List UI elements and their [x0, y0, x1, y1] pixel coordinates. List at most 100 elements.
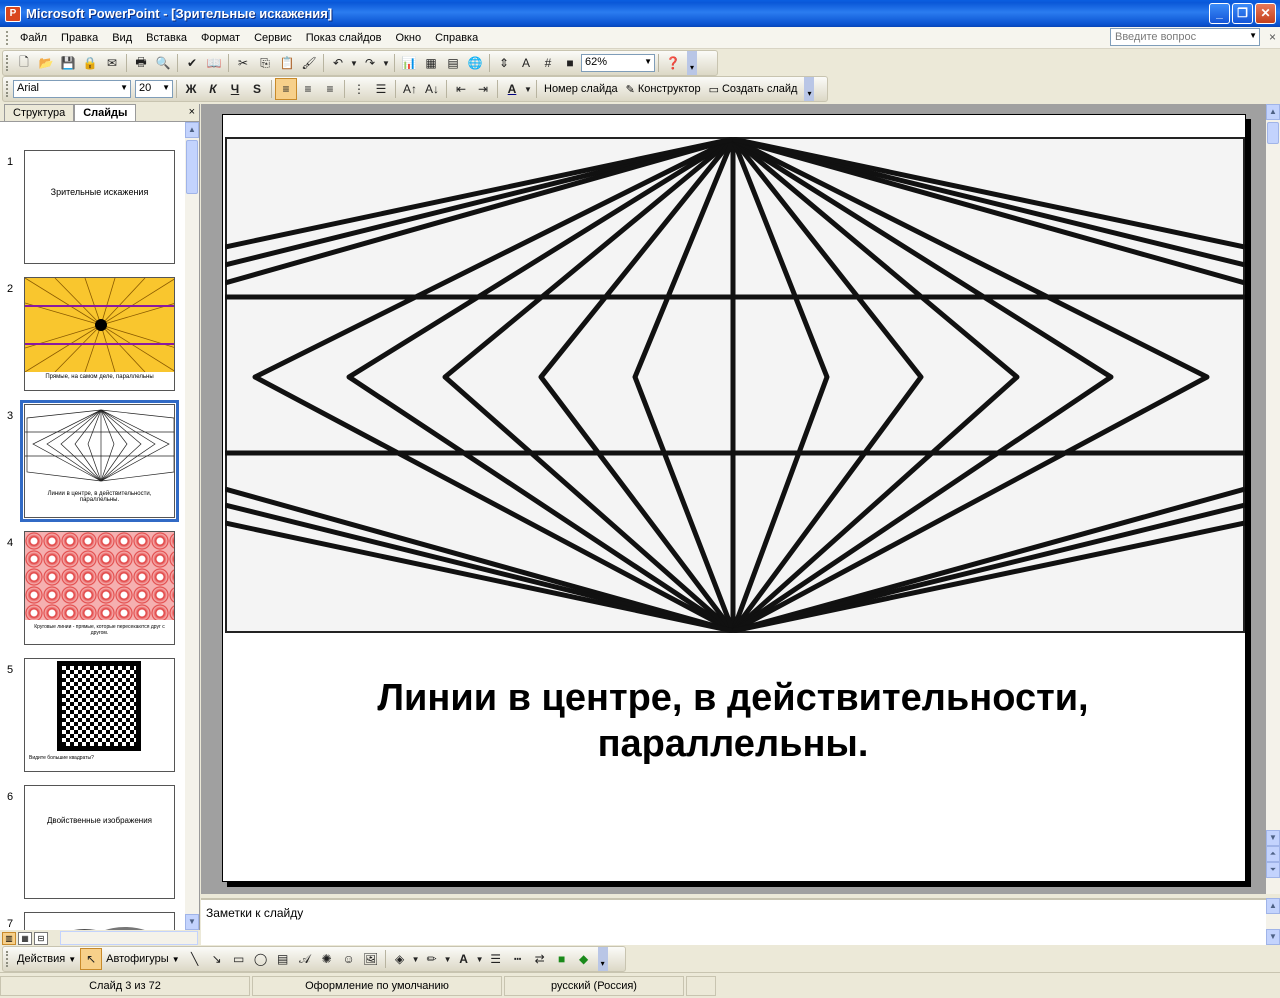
font-select[interactable]: Arial ▼ — [13, 80, 131, 98]
save-icon[interactable]: 💾 — [57, 52, 79, 74]
line-color-icon[interactable]: ✏ — [421, 948, 443, 970]
slide-scrollbar[interactable]: ▲ ▼ ⏶ ⏷ — [1266, 104, 1280, 894]
menu-insert[interactable]: Вставка — [139, 30, 194, 46]
clipart-icon[interactable]: ☺ — [338, 948, 360, 970]
scroll-down-icon[interactable]: ▼ — [1266, 929, 1280, 945]
redo-icon[interactable]: ↷ — [359, 52, 381, 74]
textbox-icon[interactable]: ▤ — [272, 948, 294, 970]
align-center-icon[interactable]: ≡ — [297, 78, 319, 100]
menu-file[interactable]: Файл — [13, 30, 54, 46]
decrease-indent-icon[interactable]: ⇤ — [450, 78, 472, 100]
numbering-icon[interactable]: ⋮ — [348, 78, 370, 100]
insert-chart-icon[interactable]: 📊 — [398, 52, 420, 74]
actions-menu[interactable]: Действия ▼ — [13, 953, 80, 965]
toolbar-grip[interactable] — [6, 55, 9, 71]
scroll-up-icon[interactable]: ▲ — [1266, 104, 1280, 120]
insert-table-icon[interactable]: ▦ — [420, 52, 442, 74]
tab-outline[interactable]: Структура — [4, 104, 75, 121]
arrow-style-icon[interactable]: ⇄ — [529, 948, 551, 970]
shadow-style-icon[interactable]: ■ — [551, 948, 573, 970]
italic-button[interactable]: К — [202, 78, 224, 100]
font-size-select[interactable]: 20 ▼ — [135, 80, 173, 98]
3d-style-icon[interactable]: ◆ — [573, 948, 595, 970]
fill-color-icon[interactable]: ◈ — [389, 948, 411, 970]
autoshapes-menu[interactable]: Автофигуры ▼ — [102, 953, 184, 965]
increase-font-icon[interactable]: A↑ — [399, 78, 421, 100]
designer-button[interactable]: ✎ Конструктор — [622, 83, 705, 96]
toolbar-options-icon[interactable]: ▾ — [804, 77, 815, 101]
bullets-icon[interactable]: ☰ — [370, 78, 392, 100]
line-icon[interactable]: ╲ — [184, 948, 206, 970]
open-folder-icon[interactable]: 📂 — [35, 52, 57, 74]
align-left-icon[interactable]: ≡ — [275, 78, 297, 100]
previous-slide-icon[interactable]: ⏶ — [1266, 846, 1280, 862]
new-slide-button[interactable]: ▭ Создать слайд — [705, 83, 802, 96]
chevron-down-icon[interactable]: ▼ — [1249, 31, 1257, 40]
rectangle-icon[interactable]: ▭ — [228, 948, 250, 970]
menu-edit[interactable]: Правка — [54, 30, 105, 46]
scroll-up-icon[interactable]: ▲ — [185, 122, 199, 138]
minimize-button[interactable]: _ — [1209, 3, 1230, 24]
scroll-down-icon[interactable]: ▼ — [185, 914, 199, 930]
line-style-icon[interactable]: ☰ — [485, 948, 507, 970]
underline-button[interactable]: Ч — [224, 78, 246, 100]
slide-thumbnail-5[interactable]: Видите большие квадраты? — [24, 658, 175, 772]
dash-style-icon[interactable]: ┅ — [507, 948, 529, 970]
help-icon[interactable]: ❓ — [662, 52, 684, 74]
menu-slideshow[interactable]: Показ слайдов — [299, 30, 389, 46]
format-painter-icon[interactable]: 🖌 — [298, 52, 320, 74]
next-slide-icon[interactable]: ⏷ — [1266, 862, 1280, 878]
copy-icon[interactable]: ⎘ — [254, 52, 276, 74]
close-pane-icon[interactable]: × — [189, 106, 195, 118]
menu-view[interactable]: Вид — [105, 30, 139, 46]
slideshow-icon[interactable]: ⊟ — [34, 931, 48, 945]
menu-grip[interactable] — [6, 30, 9, 45]
slide-thumbnail-2[interactable]: Прямые, на самом деле, параллельны — [24, 277, 175, 391]
tables-borders-icon[interactable]: ▤ — [442, 52, 464, 74]
scroll-down-icon[interactable]: ▼ — [1266, 830, 1280, 846]
arrow-icon[interactable]: ↘ — [206, 948, 228, 970]
scroll-up-icon[interactable]: ▲ — [1266, 898, 1280, 914]
thumbnail-scrollbar[interactable]: ▲ ▼ — [185, 122, 199, 930]
paste-icon[interactable]: 📋 — [276, 52, 298, 74]
decrease-font-icon[interactable]: A↓ — [421, 78, 443, 100]
email-icon[interactable]: ✉ — [101, 52, 123, 74]
toolbar-options-icon[interactable]: ▾ — [687, 51, 697, 75]
new-document-icon[interactable]: 🗋 — [13, 52, 35, 74]
chevron-down-icon[interactable]: ▼ — [443, 948, 453, 970]
increase-indent-icon[interactable]: ⇥ — [472, 78, 494, 100]
redo-dropdown-icon[interactable]: ▼ — [381, 52, 391, 74]
align-right-icon[interactable]: ≡ — [319, 78, 341, 100]
current-slide[interactable]: Линии в центре, в действительности, пара… — [222, 114, 1246, 882]
slide-thumbnail-6[interactable]: Двойственные изображения — [24, 785, 175, 899]
toolbar-grip[interactable] — [6, 81, 9, 97]
slide-thumbnail-4[interactable]: Круговые линии - прямые, которые пересек… — [24, 531, 175, 645]
color-grayscale-icon[interactable]: ■ — [559, 52, 581, 74]
expand-all-icon[interactable]: ⇕ — [493, 52, 515, 74]
menu-format[interactable]: Формат — [194, 30, 247, 46]
scrollbar-thumb[interactable] — [1267, 122, 1279, 144]
tab-slides[interactable]: Слайды — [74, 104, 137, 121]
toolbar-grip[interactable] — [6, 951, 9, 967]
slide-number-button[interactable]: Номер слайда — [540, 83, 622, 95]
chevron-down-icon[interactable]: ▼ — [120, 83, 128, 92]
menu-tools[interactable]: Сервис — [247, 30, 299, 46]
scrollbar-thumb[interactable] — [186, 140, 198, 194]
font-color-icon[interactable]: A — [453, 948, 475, 970]
close-document-icon[interactable]: × — [1269, 30, 1276, 44]
slide-thumbnail-1[interactable]: Зрительные искажения — [24, 150, 175, 264]
print-icon[interactable]: 🖶 — [130, 52, 152, 74]
menu-help[interactable]: Справка — [428, 30, 485, 46]
powerpoint-app-icon[interactable]: P — [5, 5, 21, 22]
chevron-down-icon[interactable]: ▼ — [411, 948, 421, 970]
pane-horizontal-scrollbar[interactable] — [60, 931, 198, 945]
close-button[interactable]: ✕ — [1255, 3, 1276, 24]
notes-pane[interactable]: Заметки к слайду — [201, 898, 1267, 945]
select-pointer-icon[interactable]: ↖ — [80, 948, 103, 970]
zoom-select[interactable]: 62% ▼ — [581, 54, 655, 72]
normal-view-icon[interactable]: ▥ — [2, 931, 16, 945]
undo-dropdown-icon[interactable]: ▼ — [349, 52, 359, 74]
show-formatting-icon[interactable]: A — [515, 52, 537, 74]
slide-thumbnail-3[interactable]: Линии в центре, в действительности, пара… — [20, 400, 179, 522]
picture-icon[interactable]: 🖼 — [360, 948, 382, 970]
